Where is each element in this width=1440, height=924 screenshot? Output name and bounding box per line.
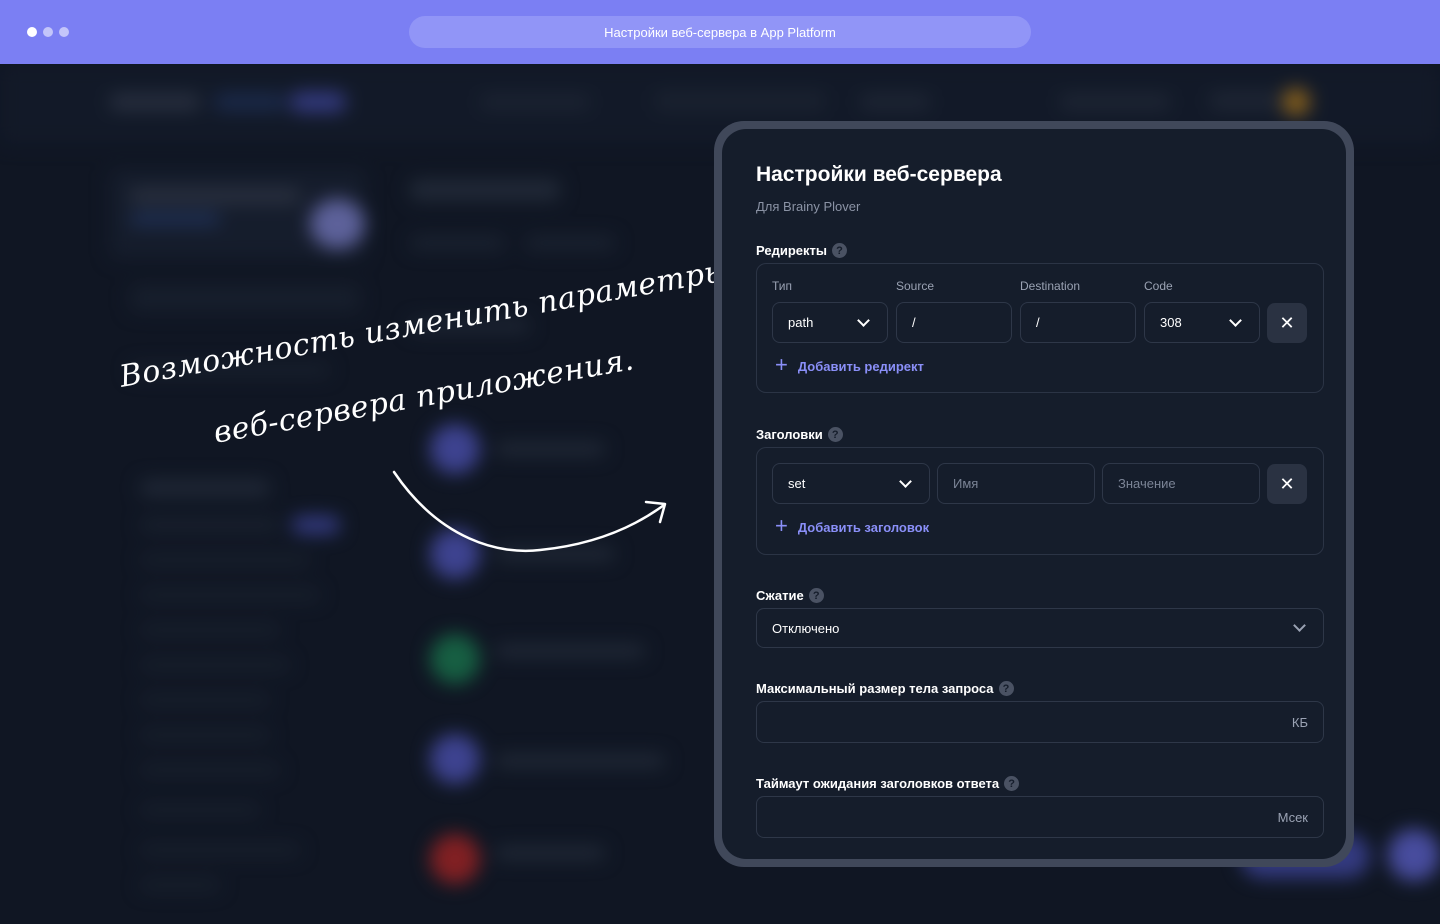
window-dots — [27, 27, 69, 37]
column-label-destination: Destination — [1020, 279, 1081, 293]
plus-icon: + — [775, 352, 788, 377]
column-label-type: Тип — [772, 279, 793, 293]
column-label-source: Source — [896, 279, 935, 293]
help-icon[interactable]: ? — [808, 588, 824, 603]
close-icon: ✕ — [1279, 473, 1295, 494]
help-icon[interactable]: ? — [827, 427, 843, 442]
header-value-input[interactable]: Значение — [1102, 463, 1260, 504]
header-timeout-label: Таймаут ожидания заголовков ответа — [756, 776, 1000, 791]
chevron-down-icon — [857, 313, 870, 327]
header-name-input[interactable]: Имя — [937, 463, 1095, 504]
redirect-type-select[interactable]: path — [772, 302, 888, 343]
compression-label: Сжатие — [756, 588, 804, 603]
max-body-unit: КБ — [1291, 714, 1308, 730]
window-title: Настройки веб-сервера в App Platform — [409, 16, 1031, 48]
help-icon[interactable]: ? — [831, 243, 847, 258]
compression-select[interactable]: Отключено — [756, 608, 1324, 648]
header-timeout-section-label: Таймаут ожидания заголовков ответа ? — [756, 776, 1020, 791]
column-label-code: Code — [1144, 279, 1173, 293]
add-redirect-label: Добавить редирект — [797, 358, 924, 374]
compression-value: Отключено — [772, 620, 840, 636]
window-dot — [27, 27, 37, 37]
help-icon[interactable]: ? — [998, 681, 1014, 696]
chevron-down-icon — [1293, 619, 1306, 632]
compression-section-label: Сжатие ? — [756, 588, 824, 603]
redirects-section-label: Редиректы ? — [756, 243, 847, 258]
max-body-size-input[interactable]: КБ — [756, 701, 1324, 743]
plus-icon: + — [775, 513, 788, 538]
header-timeout-unit: Мсек — [1277, 809, 1308, 825]
headers-label: Заголовки — [756, 427, 823, 442]
dialog-body: Настройки веб-сервера Для Brainy Plover … — [722, 129, 1346, 859]
chevron-down-icon — [1229, 313, 1242, 327]
dialog-title: Настройки веб-сервера — [756, 163, 1002, 186]
window-dot — [59, 27, 69, 37]
remove-redirect-button[interactable]: ✕ — [1267, 303, 1307, 343]
window-dot — [43, 27, 53, 37]
annotation-arrow-icon — [392, 470, 667, 553]
max-body-section-label: Максимальный размер тела запроса ? — [756, 681, 1014, 696]
redirect-type-value: path — [788, 315, 814, 330]
max-body-label: Максимальный размер тела запроса — [756, 681, 994, 696]
redirects-label: Редиректы — [756, 243, 827, 258]
header-action-value: set — [788, 476, 806, 491]
header-action-select[interactable]: set — [772, 463, 930, 504]
headers-section-label: Заголовки ? — [756, 427, 843, 442]
help-icon[interactable]: ? — [1004, 776, 1020, 791]
remove-header-button[interactable]: ✕ — [1267, 464, 1307, 504]
redirect-code-select[interactable]: 308 — [1144, 302, 1260, 343]
dialog-subtitle: Для Brainy Plover — [756, 199, 861, 214]
add-redirect-button[interactable]: + Добавить редирект — [775, 352, 924, 377]
redirect-code-value: 308 — [1160, 315, 1182, 330]
web-server-settings-dialog: Настройки веб-сервера Для Brainy Plover … — [714, 121, 1354, 867]
header-name-placeholder: Имя — [953, 476, 979, 491]
window-titlebar: Настройки веб-сервера в App Platform — [0, 0, 1440, 64]
redirect-source-value: / — [912, 315, 916, 330]
chevron-down-icon — [899, 474, 912, 488]
close-icon: ✕ — [1279, 312, 1295, 333]
add-header-label: Добавить заголовок — [797, 519, 930, 535]
redirect-destination-value: / — [1036, 315, 1040, 330]
headers-box: set Имя Значение ✕ + Добавить заголовок — [756, 447, 1324, 555]
redirect-source-input[interactable]: / — [896, 302, 1012, 343]
redirects-box: Тип Source Destination Code path / / 308… — [756, 263, 1324, 393]
header-timeout-input[interactable]: Мсек — [756, 796, 1324, 838]
add-header-button[interactable]: + Добавить заголовок — [775, 513, 930, 538]
redirect-destination-input[interactable]: / — [1020, 302, 1136, 343]
header-value-placeholder: Значение — [1118, 476, 1176, 491]
